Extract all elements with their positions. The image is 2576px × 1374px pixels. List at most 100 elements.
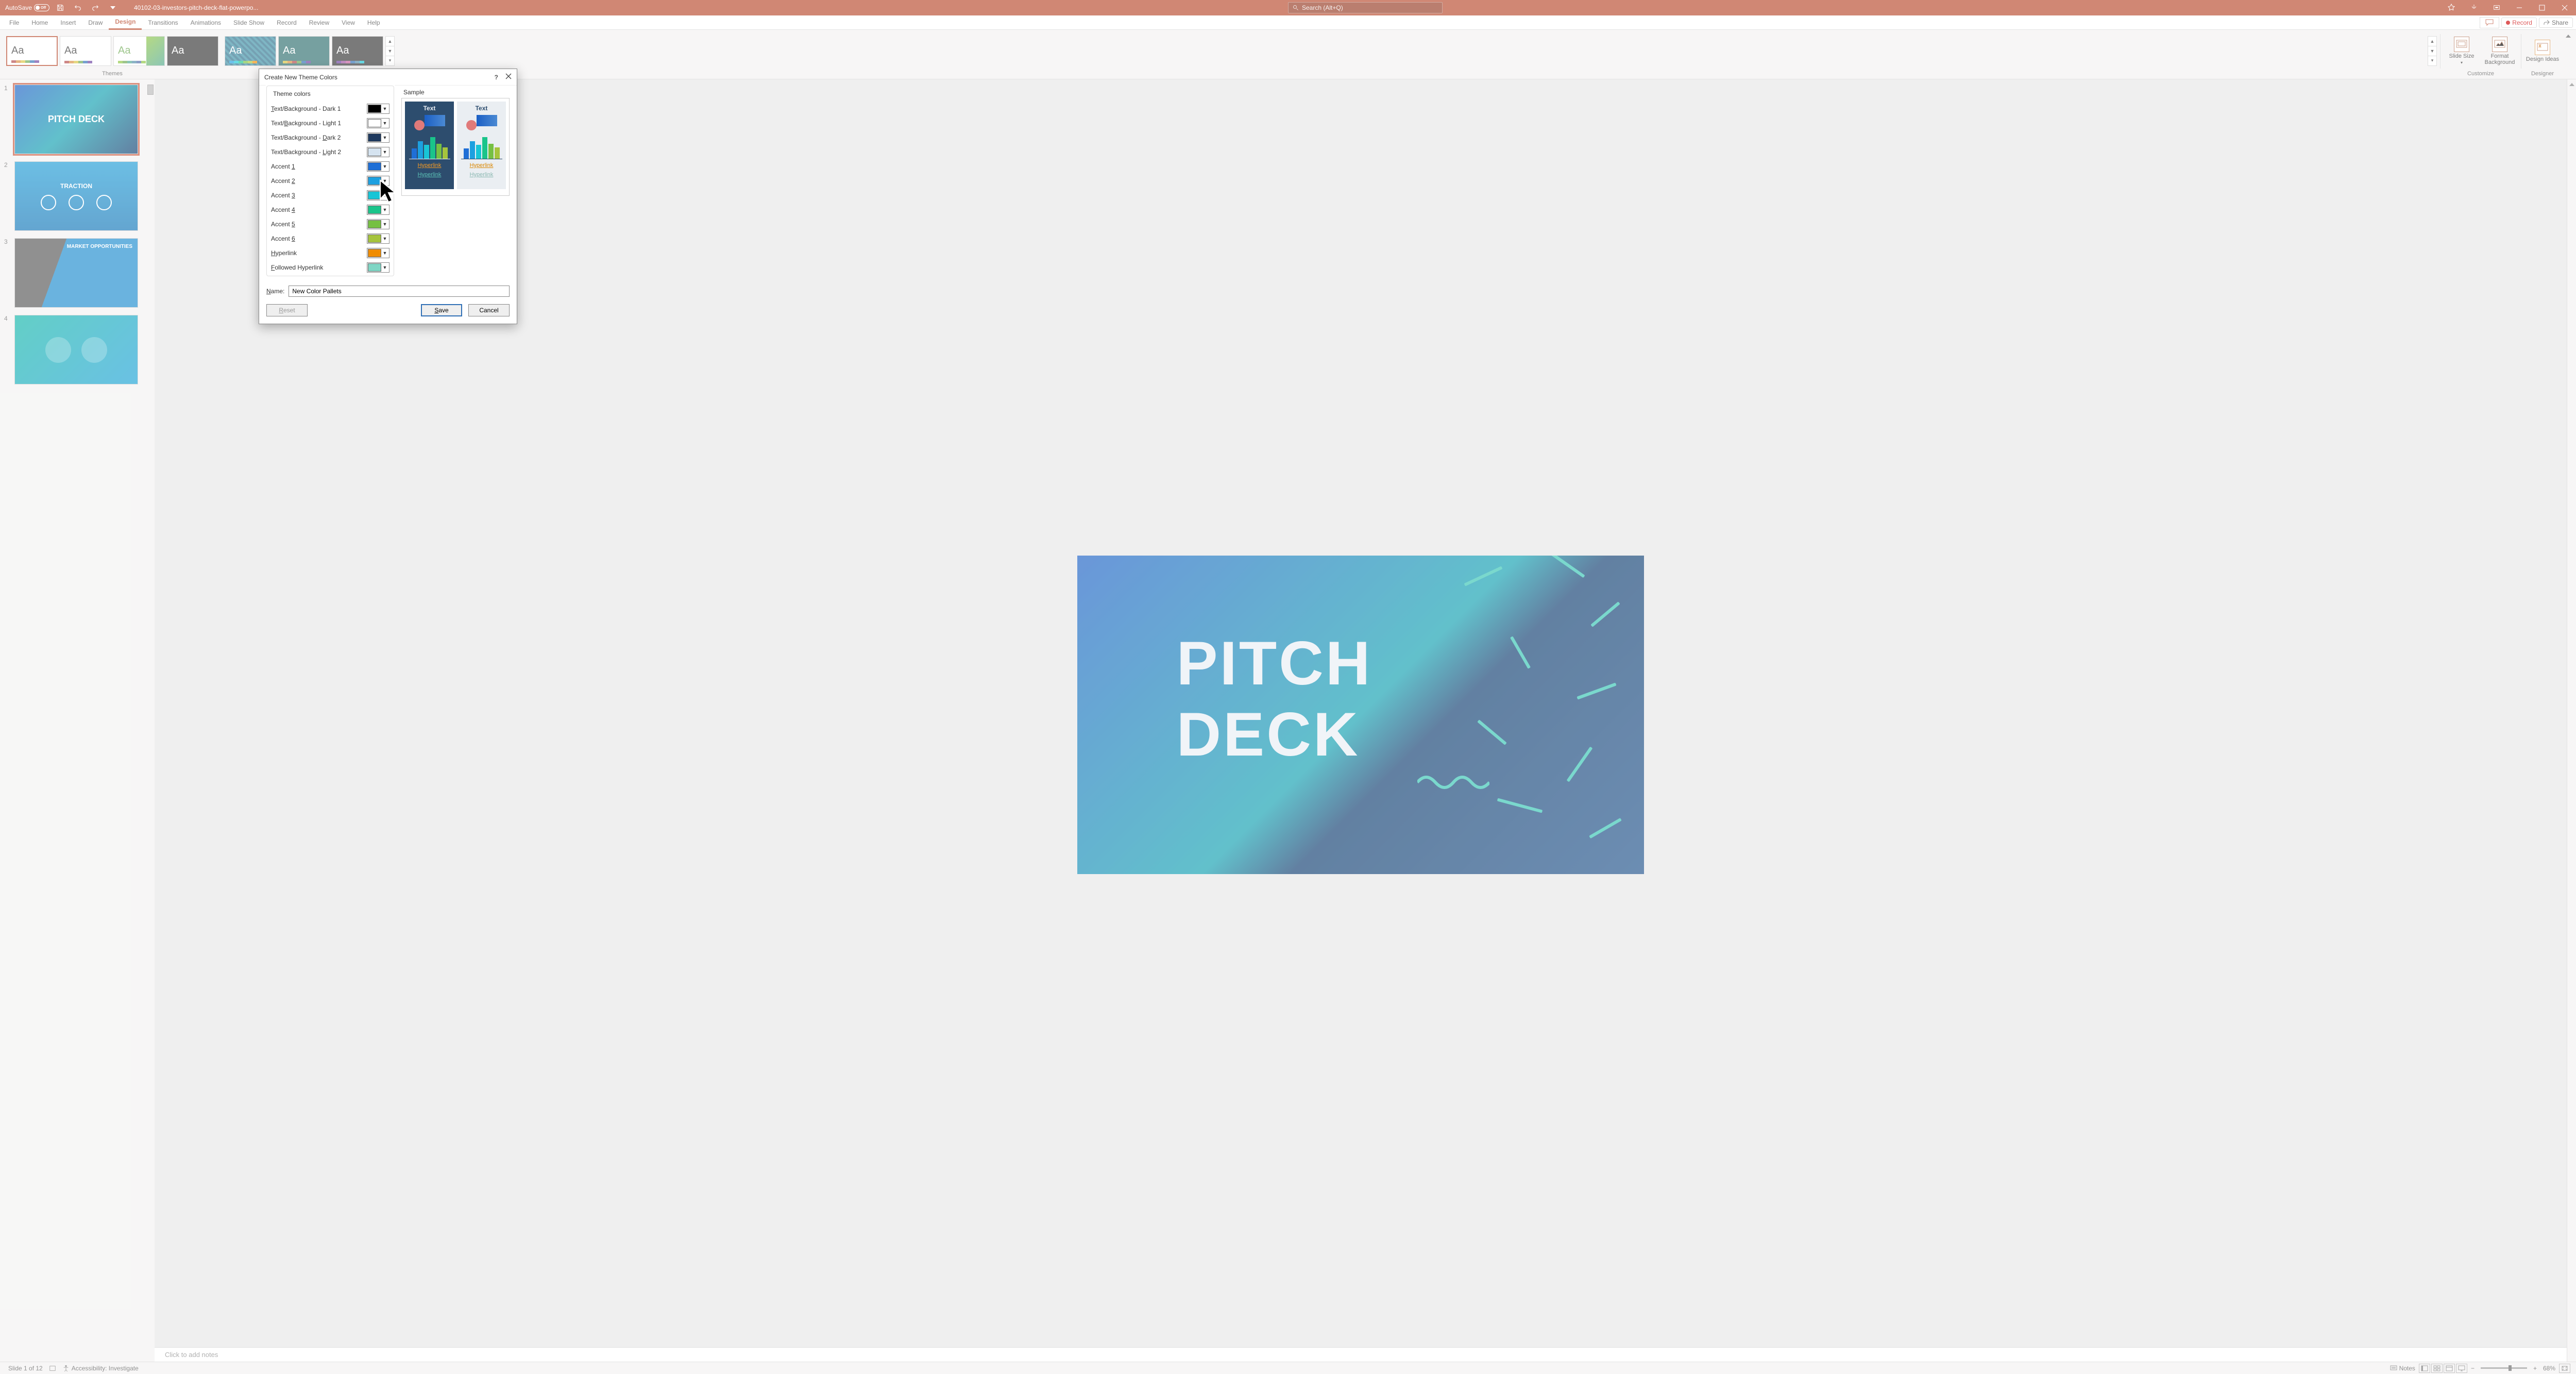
tab-file[interactable]: File	[3, 15, 25, 30]
sample-light: Text Hyperlink Hyperlink	[457, 102, 506, 189]
notes-toggle[interactable]: Notes	[2387, 1365, 2418, 1372]
color-picker-accent6[interactable]: ▼	[367, 233, 389, 244]
color-picker-accent1[interactable]: ▼	[367, 161, 389, 172]
fit-to-window-button[interactable]	[2559, 1364, 2570, 1373]
chevron-down-icon: ▼	[381, 265, 388, 270]
zoom-level[interactable]: 68%	[2540, 1365, 2558, 1372]
scrollbar-thumb[interactable]	[147, 85, 154, 95]
color-picker-accent4[interactable]: ▼	[367, 205, 389, 215]
minimize-button[interactable]	[2508, 0, 2531, 15]
slide-number: 1	[4, 85, 10, 154]
comments-button[interactable]	[2480, 17, 2499, 28]
reading-view-button[interactable]	[2444, 1364, 2455, 1373]
tab-insert[interactable]: Insert	[54, 15, 82, 30]
variant-thumbnail[interactable]: Aa	[225, 36, 276, 66]
scroll-up-icon[interactable]: ▲	[386, 37, 394, 46]
tab-transitions[interactable]: Transitions	[142, 15, 184, 30]
collapse-ribbon-icon[interactable]	[2564, 32, 2573, 79]
vertical-scrollbar[interactable]	[2567, 79, 2576, 1362]
zoom-knob[interactable]	[2509, 1365, 2512, 1371]
variants-scroll[interactable]: ▲▼▾	[2428, 36, 2437, 66]
notes-placeholder: Click to add notes	[165, 1351, 218, 1359]
tab-design[interactable]: Design	[109, 15, 142, 30]
scroll-down-icon[interactable]: ▼	[386, 46, 394, 56]
zoom-slider[interactable]	[2481, 1367, 2527, 1369]
slide-thumbnail[interactable]: PITCH DECK	[14, 85, 138, 154]
save-button[interactable]: Save	[421, 304, 462, 316]
color-picker-followed[interactable]: ▼	[367, 262, 389, 273]
cancel-button[interactable]: Cancel	[468, 304, 510, 316]
normal-view-button[interactable]	[2419, 1364, 2430, 1373]
redo-icon[interactable]	[89, 1, 102, 14]
tab-draw[interactable]: Draw	[82, 15, 109, 30]
sorter-view-button[interactable]	[2431, 1364, 2443, 1373]
color-row-accent6: Accent 6 ▼	[271, 231, 389, 246]
color-picker-text_bg_dark2[interactable]: ▼	[367, 132, 389, 143]
color-label: Followed Hyperlink	[271, 264, 323, 271]
slideshow-view-button[interactable]	[2456, 1364, 2467, 1373]
slide-thumbnail[interactable]	[14, 315, 138, 384]
notes-pane[interactable]: Click to add notes	[155, 1347, 2567, 1362]
color-row-followed: Followed Hyperlink ▼	[271, 260, 389, 275]
tab-review[interactable]: Review	[303, 15, 335, 30]
color-label: Accent 6	[271, 235, 295, 242]
color-row-accent4: Accent 4▼	[271, 203, 389, 217]
mic-icon[interactable]	[2463, 0, 2485, 15]
dialog-close-button[interactable]	[505, 73, 512, 81]
color-picker-hyperlink[interactable]: ▼	[367, 248, 389, 258]
scroll-up-icon[interactable]	[2569, 82, 2574, 88]
slide-thumbnail[interactable]: MARKET OPPORTUNITIES	[14, 238, 138, 308]
tab-help[interactable]: Help	[361, 15, 386, 30]
slide-number: 3	[4, 238, 10, 308]
dialog-titlebar[interactable]: Create New Theme Colors ?	[259, 69, 517, 86]
color-picker-text_bg_light1[interactable]: ▼	[367, 118, 389, 128]
accessibility-status[interactable]: Accessibility: Investigate	[59, 1365, 142, 1372]
slide-size-button[interactable]: Slide Size ▾	[2444, 33, 2480, 69]
search-icon	[1293, 5, 1299, 11]
color-picker-text_bg_dark1[interactable]: ▼	[367, 104, 389, 114]
tab-slideshow[interactable]: Slide Show	[227, 15, 270, 30]
language-icon[interactable]	[46, 1365, 59, 1372]
gallery-scroll[interactable]: ▲▼▾	[385, 36, 395, 66]
tab-record[interactable]: Record	[270, 15, 303, 30]
gallery-expand-icon[interactable]: ▾	[386, 56, 394, 65]
maximize-button[interactable]	[2531, 0, 2553, 15]
format-background-button[interactable]: Format Background	[2482, 33, 2518, 69]
theme-thumbnail[interactable]: Aa	[60, 36, 111, 66]
color-row-text_bg_light2: Text/Background - Light 2▼	[271, 145, 389, 159]
tab-animations[interactable]: Animations	[184, 15, 227, 30]
undo-icon[interactable]	[71, 1, 84, 14]
slide-thumbnails-panel[interactable]: 1 PITCH DECK 2 TRACTION 3 MARKET OPPORTU…	[0, 79, 155, 1362]
qat-more-icon[interactable]	[106, 1, 120, 14]
slide-canvas[interactable]: PITCH DECK	[1077, 556, 1644, 875]
design-ideas-button[interactable]: Design Ideas	[2524, 33, 2561, 69]
variant-thumbnail[interactable]: Aa	[278, 36, 330, 66]
zoom-out[interactable]: −	[2468, 1365, 2478, 1372]
color-label: Text/Background - Dark 2	[271, 134, 341, 141]
share-button[interactable]: Share	[2539, 18, 2573, 28]
slide-counter[interactable]: Slide 1 of 12	[5, 1365, 46, 1372]
color-picker-accent5[interactable]: ▼	[367, 219, 389, 229]
tab-view[interactable]: View	[335, 15, 361, 30]
autosave-toggle[interactable]: AutoSave Off	[5, 4, 49, 11]
record-button[interactable]: Record	[2501, 18, 2537, 28]
coming-soon-icon[interactable]	[2440, 0, 2463, 15]
reset-button[interactable]: Reset	[266, 304, 308, 316]
close-button[interactable]	[2553, 0, 2576, 15]
variant-thumbnail[interactable]: Aa	[332, 36, 383, 66]
color-picker-text_bg_light2[interactable]: ▼	[367, 147, 389, 157]
ribbon-mode-icon[interactable]	[2485, 0, 2508, 15]
theme-thumbnail[interactable]: Aa	[167, 36, 218, 66]
save-icon[interactable]	[54, 1, 67, 14]
theme-colors-label: Theme colors	[271, 87, 389, 99]
zoom-in[interactable]: +	[2530, 1365, 2540, 1372]
search-box[interactable]: Search (Alt+Q)	[1288, 2, 1443, 13]
dialog-help-button[interactable]: ?	[495, 74, 498, 81]
tab-home[interactable]: Home	[25, 15, 54, 30]
theme-thumbnail[interactable]: Aa	[113, 36, 165, 66]
theme-name-input[interactable]	[289, 286, 510, 297]
slide-thumbnail[interactable]: TRACTION	[14, 161, 138, 231]
color-row-accent5: Accent 5▼	[271, 217, 389, 231]
autosave-switch[interactable]: Off	[34, 4, 49, 11]
theme-thumbnail[interactable]: Aa	[6, 36, 58, 66]
